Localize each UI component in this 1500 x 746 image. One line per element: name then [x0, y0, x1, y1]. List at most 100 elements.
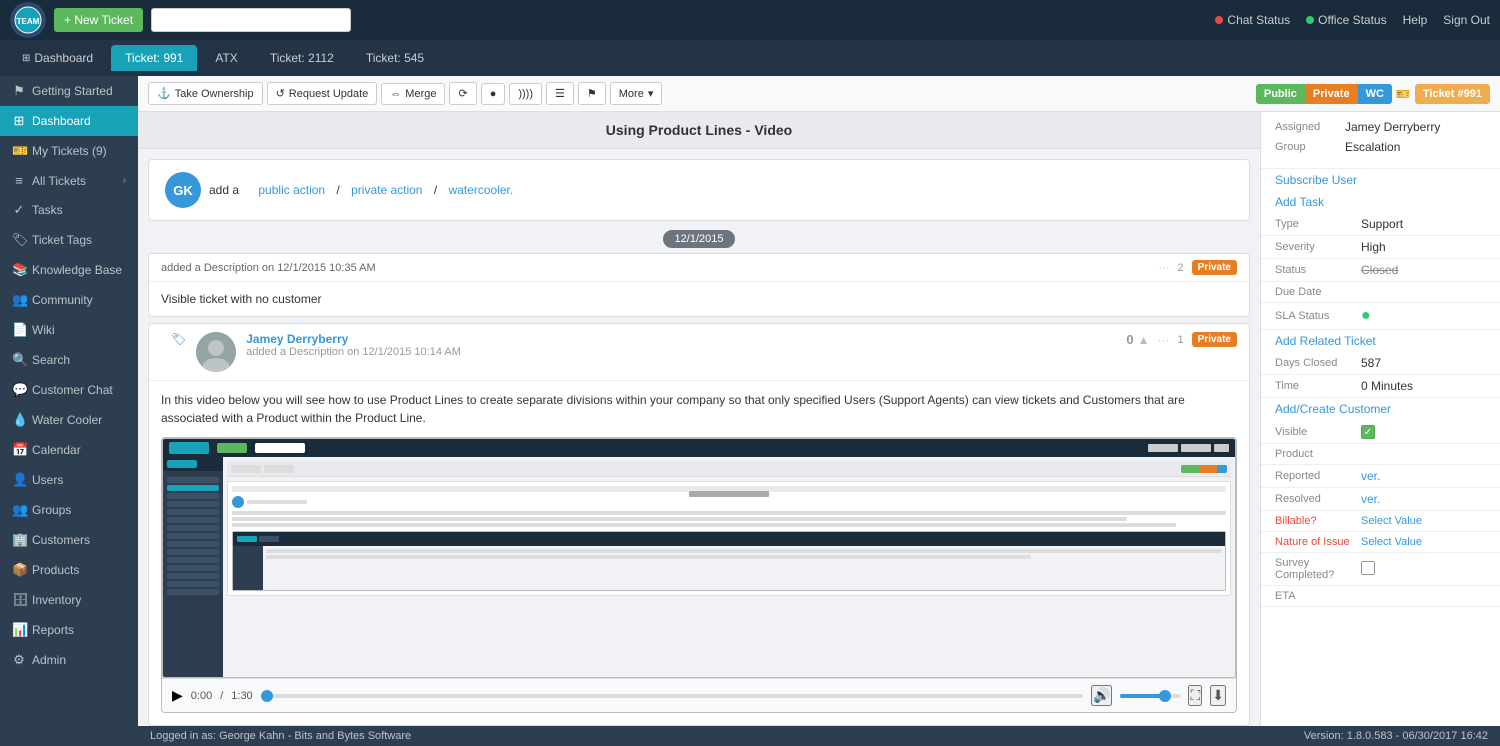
- sidebar-item-admin[interactable]: ⚙ Admin: [0, 645, 138, 675]
- tab-ticket2112-label: Ticket: 2112: [270, 51, 334, 65]
- private-button[interactable]: Private: [1305, 84, 1358, 104]
- sidebar-item-customers[interactable]: 🏢 Customers: [0, 525, 138, 555]
- sidebar-item-dashboard[interactable]: ⊞ Dashboard: [0, 106, 138, 136]
- sidebar-item-my-tickets[interactable]: 🎫 My Tickets (9): [0, 136, 138, 166]
- right-panel: Assigned Jamey Derryberry Group Escalati…: [1260, 112, 1500, 726]
- private-action-link[interactable]: private action: [351, 183, 422, 197]
- survey-checkbox[interactable]: [1361, 561, 1375, 578]
- ticket-title-bar: Using Product Lines - Video: [138, 112, 1260, 149]
- circle-button[interactable]: ●: [481, 83, 506, 105]
- new-ticket-button[interactable]: + New Ticket: [54, 8, 143, 32]
- sidebar-item-getting-started[interactable]: ⚑ Getting Started: [0, 76, 138, 106]
- topbar-left: TEAM + New Ticket: [10, 2, 351, 38]
- tab-ticket991[interactable]: Ticket: 991: [111, 45, 197, 71]
- sidebar-item-knowledge-base[interactable]: 📚 Knowledge Base: [0, 255, 138, 285]
- mini-content: [223, 457, 1235, 677]
- mini-si1: [167, 477, 219, 483]
- ticket-badge-area: 🎫 Ticket #991: [1396, 84, 1490, 104]
- public-action-link[interactable]: public action: [258, 183, 325, 197]
- sidebar-item-water-cooler[interactable]: 💧 Water Cooler: [0, 405, 138, 435]
- ticket-body: Using Product Lines - Video GK add a pub…: [138, 112, 1260, 726]
- upvote-button[interactable]: ▲: [1138, 333, 1150, 347]
- topbar-right: Chat Status Office Status Help Sign Out: [1215, 13, 1490, 27]
- comment-header-2: 🏷 Jamey Derryberry added a Description o…: [149, 324, 1249, 381]
- list-button[interactable]: ☰: [546, 82, 574, 105]
- rp-billable-select[interactable]: Select Value: [1361, 515, 1422, 527]
- watercooler-link[interactable]: watercooler.: [449, 183, 514, 197]
- sidebar-item-search[interactable]: 🔍 Search: [0, 345, 138, 375]
- help-link[interactable]: Help: [1403, 13, 1428, 27]
- mini-si13: [167, 573, 219, 579]
- signout-link[interactable]: Sign Out: [1443, 13, 1490, 27]
- comment-author[interactable]: Jamey Derryberry: [246, 332, 1116, 346]
- tab-atx[interactable]: ATX: [201, 45, 251, 71]
- request-update-button[interactable]: ↺ Request Update: [267, 82, 378, 105]
- sidebar-item-community[interactable]: 👥 Community: [0, 285, 138, 315]
- sidebar-item-calendar[interactable]: 📅 Calendar: [0, 435, 138, 465]
- sidebar-item-products[interactable]: 📦 Products: [0, 555, 138, 585]
- mini-new-ticket: [217, 443, 247, 453]
- merge-button[interactable]: ⇔ Merge: [381, 83, 445, 105]
- fullscreen-button[interactable]: ⛶: [1188, 685, 1202, 706]
- rss-button[interactable]: )))): [509, 83, 542, 105]
- take-ownership-button[interactable]: ⚓ Take Ownership: [148, 82, 263, 105]
- sidebar-item-inventory[interactable]: 🗄 Inventory: [0, 585, 138, 615]
- sidebar-item-customer-chat[interactable]: 💬 Customer Chat: [0, 375, 138, 405]
- rp-type-value: Support: [1361, 217, 1486, 231]
- comment-entry-2: 🏷 Jamey Derryberry added a Description o…: [148, 323, 1250, 726]
- sidebar-item-tasks[interactable]: ✓ Tasks: [0, 195, 138, 225]
- mini-si15: [167, 589, 219, 595]
- add-create-customer-link[interactable]: Add/Create Customer: [1261, 398, 1500, 420]
- rp-assigned-row: Assigned Jamey Derryberry: [1275, 120, 1486, 134]
- sidebar-label-products: Products: [32, 563, 79, 577]
- action-prompt: add a: [209, 183, 239, 197]
- wc-button[interactable]: WC: [1358, 84, 1392, 104]
- tab-ticket2112[interactable]: Ticket: 2112: [256, 45, 348, 71]
- sidebar-item-all-tickets[interactable]: ≡ All Tickets ›: [0, 166, 138, 195]
- sidebar-label-groups: Groups: [32, 503, 71, 517]
- sidebar-item-groups[interactable]: 👥 Groups: [0, 495, 138, 525]
- volume-button[interactable]: 🔊: [1091, 685, 1112, 706]
- video-progress-bar[interactable]: [261, 694, 1083, 698]
- rp-visible-checkbox[interactable]: ✓: [1361, 424, 1486, 439]
- more-button[interactable]: More ▾: [610, 82, 663, 105]
- rp-assigned-section: Assigned Jamey Derryberry Group Escalati…: [1261, 112, 1500, 169]
- public-button[interactable]: Public: [1256, 84, 1305, 104]
- mini-si6: [167, 517, 219, 523]
- sidebar-item-ticket-tags[interactable]: 🏷 Ticket Tags: [0, 225, 138, 255]
- search-input[interactable]: [151, 8, 351, 32]
- mini-si12: [167, 565, 219, 571]
- action-sep1: /: [333, 183, 343, 197]
- mini-si3: [167, 493, 219, 499]
- flag-button[interactable]: ⚑: [578, 82, 606, 105]
- sidebar-label-admin: Admin: [32, 653, 66, 667]
- rp-status-label: Status: [1275, 264, 1355, 276]
- entry1-body: Visible ticket with no customer: [161, 292, 322, 306]
- sidebar-item-users[interactable]: 👤 Users: [0, 465, 138, 495]
- rp-nature-select[interactable]: Select Value: [1361, 536, 1422, 548]
- tab-dashboard[interactable]: ⊞ Dashboard: [8, 45, 107, 71]
- video-time-sep: /: [220, 690, 223, 702]
- subscribe-user-link[interactable]: Subscribe User: [1261, 169, 1500, 191]
- video-area: ▶ 0:00 / 1:30 🔊: [149, 437, 1249, 725]
- tab-ticket545-label: Ticket: 545: [366, 51, 424, 65]
- svg-text:TEAM: TEAM: [17, 17, 40, 26]
- getting-started-icon: ⚑: [12, 83, 26, 99]
- add-related-ticket-link[interactable]: Add Related Ticket: [1261, 330, 1500, 352]
- video-controls: ▶ 0:00 / 1:30 🔊: [162, 678, 1236, 712]
- volume-slider[interactable]: [1120, 694, 1180, 698]
- tab-ticket545[interactable]: Ticket: 545: [352, 45, 438, 71]
- wiki-icon: 📄: [12, 322, 26, 338]
- play-button[interactable]: ▶: [172, 687, 183, 704]
- sidebar-item-wiki[interactable]: 📄 Wiki: [0, 315, 138, 345]
- download-button[interactable]: ⬇: [1210, 685, 1226, 706]
- entry2-num: 1: [1178, 334, 1184, 346]
- rp-nature-row: Nature of Issue Select Value: [1261, 532, 1500, 553]
- office-status[interactable]: Office Status: [1306, 13, 1386, 27]
- sidebar-item-reports[interactable]: 📊 Reports: [0, 615, 138, 645]
- chat-status[interactable]: Chat Status: [1215, 13, 1290, 27]
- resolved-ver-link[interactable]: ver.: [1361, 492, 1380, 506]
- reported-ver-link[interactable]: ver.: [1361, 469, 1380, 483]
- add-task-link[interactable]: Add Task: [1261, 191, 1500, 213]
- refresh-button[interactable]: ⟳: [449, 82, 476, 105]
